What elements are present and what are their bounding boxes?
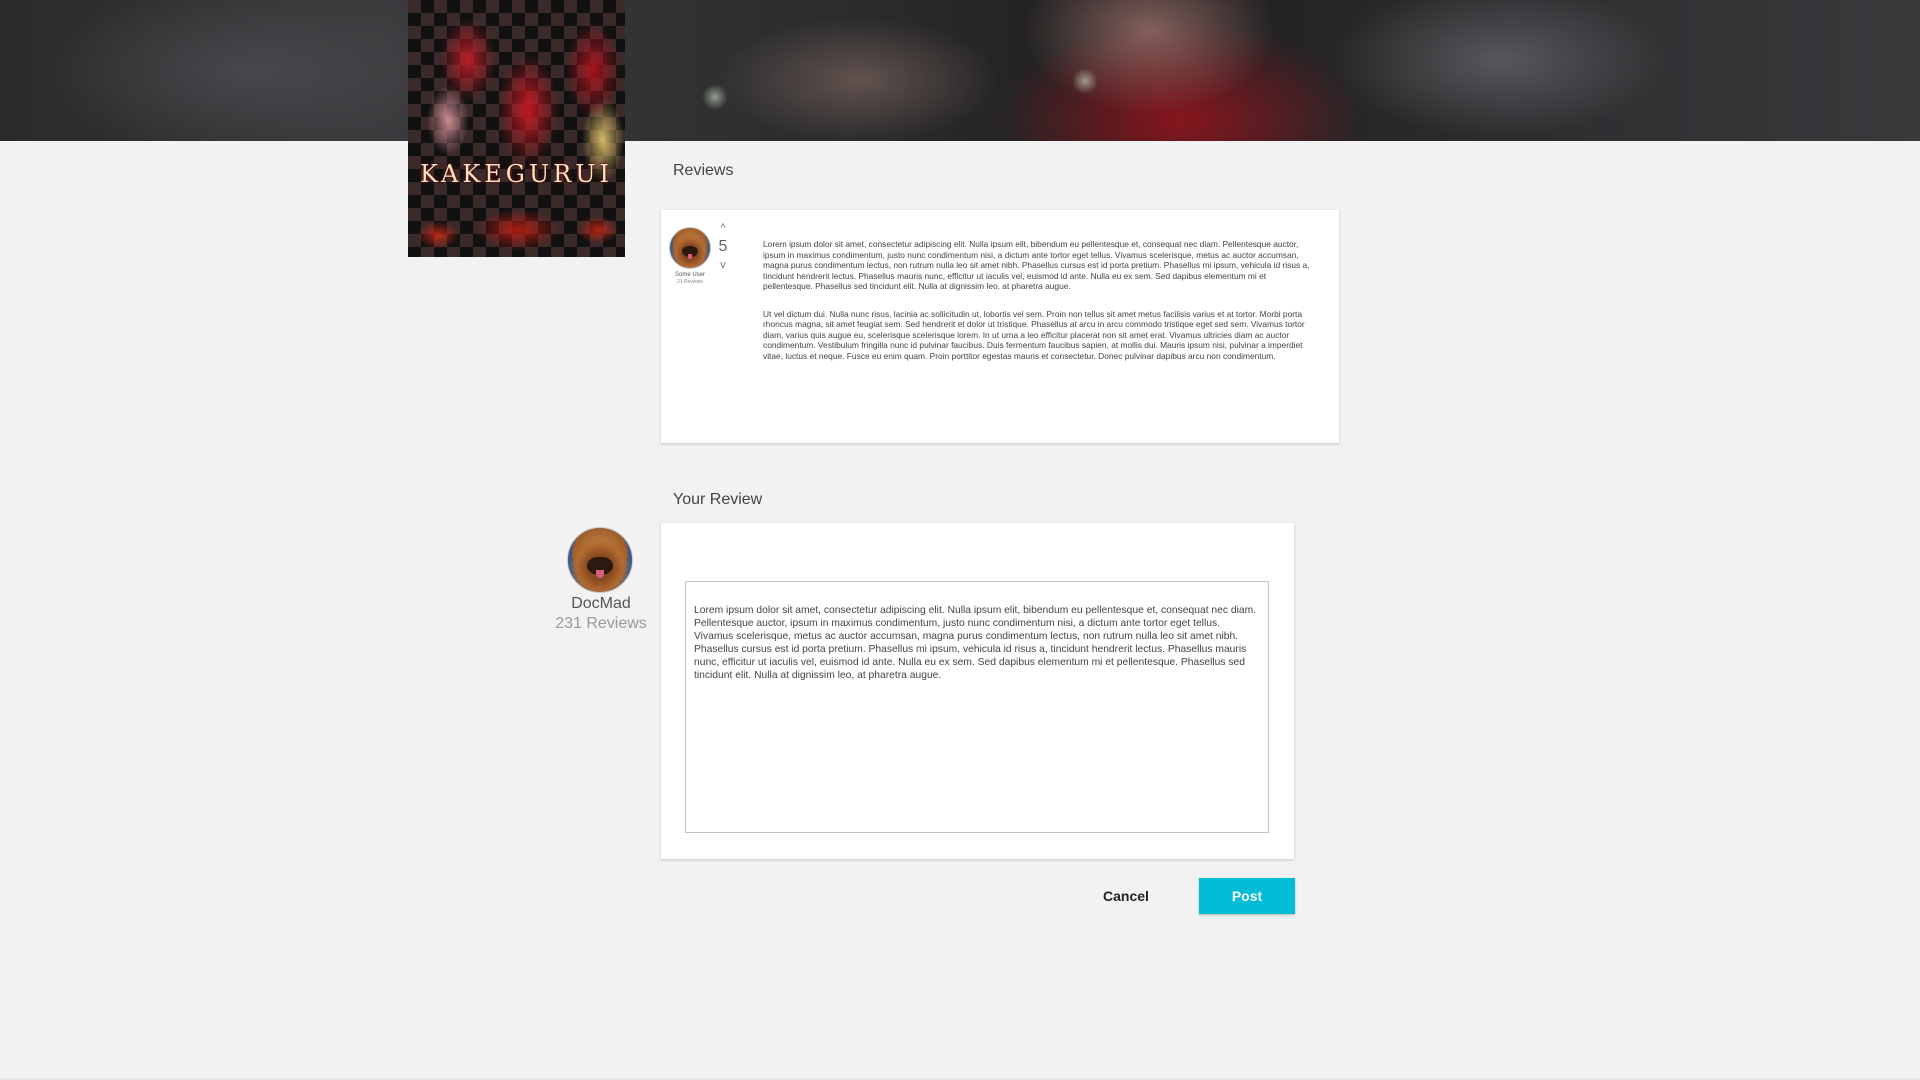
post-button[interactable]: Post	[1199, 878, 1295, 914]
dog-tongue-icon	[596, 570, 604, 578]
banner-decoration	[702, 84, 728, 110]
cancel-button[interactable]: Cancel	[1080, 878, 1172, 914]
banner-decoration	[1072, 68, 1098, 94]
review-textarea-content[interactable]: Lorem ipsum dolor sit amet, consectetur …	[694, 604, 1260, 682]
banner-image	[0, 0, 1920, 141]
review-score: 5	[718, 238, 728, 255]
review-editor-card: Lorem ipsum dolor sit amet, consectetur …	[661, 523, 1294, 859]
review-paragraph: Ut vel dictum dui. Nulla nunc risus, lac…	[763, 308, 1305, 361]
reviewer-name[interactable]: Some User	[670, 272, 710, 278]
poster-artwork	[408, 0, 625, 257]
reviewer-review-count: 21 Reviews	[677, 279, 703, 285]
reviews-heading: Reviews	[673, 162, 734, 179]
current-user-review-count: 231 Reviews	[555, 615, 647, 632]
cover-poster: KAKEGURUI	[408, 0, 625, 257]
upvote-icon[interactable]: ^	[717, 222, 729, 234]
review-card: Some User 21 Reviews ^ 5 v Lorem ipsum d…	[661, 210, 1339, 443]
current-user-block	[567, 527, 633, 593]
reviewer-avatar[interactable]	[669, 227, 711, 269]
your-review-heading: Your Review	[673, 491, 763, 508]
current-user-name[interactable]: DocMad	[540, 595, 662, 613]
review-body: Lorem ipsum dolor sit amet, consectetur …	[763, 239, 1315, 378]
dog-tongue-icon	[687, 254, 693, 260]
review-textarea[interactable]: Lorem ipsum dolor sit amet, consectetur …	[685, 581, 1269, 833]
review-paragraph: Lorem ipsum dolor sit amet, consectetur …	[763, 239, 1310, 291]
downvote-icon[interactable]: v	[717, 259, 729, 271]
current-user-avatar[interactable]	[567, 527, 633, 593]
poster-title: KAKEGURUI	[420, 160, 613, 188]
